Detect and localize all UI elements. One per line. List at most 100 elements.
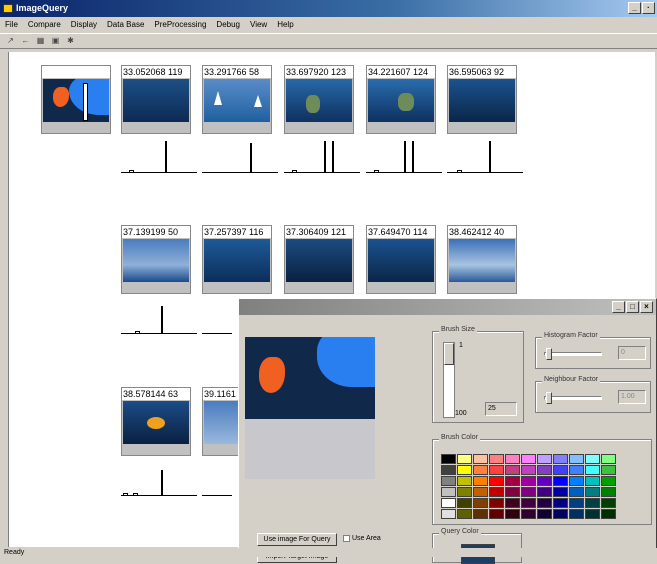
- color-swatch[interactable]: [585, 487, 600, 497]
- color-swatch[interactable]: [505, 476, 520, 486]
- color-swatch[interactable]: [601, 509, 616, 519]
- color-swatch[interactable]: [457, 454, 472, 464]
- color-swatch[interactable]: [441, 454, 456, 464]
- color-swatch[interactable]: [569, 509, 584, 519]
- color-swatch[interactable]: [489, 454, 504, 464]
- histogram-factor-slider[interactable]: [544, 352, 602, 356]
- color-swatch[interactable]: [457, 465, 472, 475]
- neighbour-factor-slider-thumb[interactable]: [546, 392, 552, 404]
- maximize-button[interactable]: ·: [642, 2, 655, 14]
- color-swatch[interactable]: [537, 465, 552, 475]
- menu-view[interactable]: View: [250, 18, 267, 32]
- menu-display[interactable]: Display: [71, 18, 97, 32]
- query-paint-canvas[interactable]: [245, 337, 375, 419]
- neighbour-factor-value-field[interactable]: 1.00: [618, 390, 646, 404]
- color-swatch[interactable]: [569, 465, 584, 475]
- color-swatch[interactable]: [489, 509, 504, 519]
- dialog-minimize-button[interactable]: _: [612, 301, 625, 313]
- color-swatch[interactable]: [537, 454, 552, 464]
- menu-debug[interactable]: Debug: [216, 18, 240, 32]
- color-swatch[interactable]: [585, 509, 600, 519]
- menu-preprocessing[interactable]: PreProcessing: [154, 18, 206, 32]
- dialog-maximize-button[interactable]: □: [626, 301, 639, 313]
- color-swatch[interactable]: [441, 465, 456, 475]
- color-swatch[interactable]: [489, 487, 504, 497]
- color-swatch[interactable]: [569, 454, 584, 464]
- color-swatch[interactable]: [585, 454, 600, 464]
- color-swatch[interactable]: [521, 454, 536, 464]
- brush-size-slider[interactable]: [443, 342, 455, 418]
- color-swatch[interactable]: [585, 498, 600, 508]
- result-thumb[interactable]: 37.306409 121: [284, 225, 354, 294]
- color-swatch[interactable]: [457, 476, 472, 486]
- color-swatch[interactable]: [553, 509, 568, 519]
- color-swatch[interactable]: [569, 476, 584, 486]
- color-swatch[interactable]: [521, 465, 536, 475]
- menu-compare[interactable]: Compare: [28, 18, 61, 32]
- color-swatch[interactable]: [601, 476, 616, 486]
- color-swatch[interactable]: [537, 498, 552, 508]
- result-thumb[interactable]: 36.595063 92: [447, 65, 517, 134]
- minimize-button[interactable]: _: [628, 2, 641, 14]
- brush-size-slider-thumb[interactable]: [444, 343, 454, 365]
- color-swatch[interactable]: [537, 509, 552, 519]
- result-thumb[interactable]: 33.697920 123: [284, 65, 354, 134]
- color-swatch[interactable]: [601, 487, 616, 497]
- color-swatch[interactable]: [489, 498, 504, 508]
- color-swatch[interactable]: [441, 498, 456, 508]
- color-swatch[interactable]: [473, 498, 488, 508]
- color-swatch[interactable]: [601, 498, 616, 508]
- color-swatch[interactable]: [473, 487, 488, 497]
- dialog-close-button[interactable]: ×: [640, 301, 653, 313]
- color-swatch[interactable]: [473, 476, 488, 486]
- result-thumb[interactable]: 38.578144 63: [121, 387, 191, 456]
- print-tool-icon[interactable]: ▣: [49, 35, 62, 47]
- color-swatch[interactable]: [505, 465, 520, 475]
- checkbox-box[interactable]: [343, 534, 350, 542]
- neighbour-factor-slider[interactable]: [544, 396, 602, 400]
- color-swatch[interactable]: [441, 509, 456, 519]
- color-swatch[interactable]: [473, 509, 488, 519]
- brush-size-value-field[interactable]: 25: [485, 402, 517, 416]
- histogram-factor-slider-thumb[interactable]: [546, 348, 552, 360]
- result-thumb[interactable]: 33.291766 58: [202, 65, 272, 134]
- color-swatch[interactable]: [441, 476, 456, 486]
- color-swatch[interactable]: [537, 476, 552, 486]
- grid-tool-icon[interactable]: ▦: [34, 35, 47, 47]
- color-swatch[interactable]: [505, 487, 520, 497]
- color-swatch[interactable]: [601, 454, 616, 464]
- color-swatch[interactable]: [553, 476, 568, 486]
- help-tool-icon[interactable]: ✱: [64, 35, 77, 47]
- color-swatch[interactable]: [585, 476, 600, 486]
- color-swatch[interactable]: [521, 476, 536, 486]
- color-swatch[interactable]: [457, 487, 472, 497]
- color-swatch[interactable]: [569, 487, 584, 497]
- result-thumb[interactable]: 37.649470 114: [366, 225, 436, 294]
- color-swatch[interactable]: [553, 465, 568, 475]
- color-swatch[interactable]: [505, 509, 520, 519]
- color-swatch[interactable]: [585, 465, 600, 475]
- color-swatch[interactable]: [457, 498, 472, 508]
- menu-database[interactable]: Data Base: [107, 18, 144, 32]
- color-swatch[interactable]: [521, 498, 536, 508]
- color-swatch[interactable]: [489, 476, 504, 486]
- color-swatch[interactable]: [441, 487, 456, 497]
- color-swatch[interactable]: [505, 498, 520, 508]
- color-swatch[interactable]: [457, 509, 472, 519]
- result-thumb[interactable]: 37.139199 50: [121, 225, 191, 294]
- back-tool-icon[interactable]: ←: [19, 35, 32, 47]
- color-swatch[interactable]: [473, 465, 488, 475]
- histogram-factor-value-field[interactable]: 0: [618, 346, 646, 360]
- result-thumb[interactable]: 38.462412 40: [447, 225, 517, 294]
- use-area-checkbox[interactable]: Use Area: [343, 534, 381, 544]
- pointer-tool-icon[interactable]: ↗: [4, 35, 17, 47]
- menu-help[interactable]: Help: [277, 18, 293, 32]
- color-swatch[interactable]: [473, 454, 488, 464]
- color-swatch[interactable]: [553, 498, 568, 508]
- color-swatch[interactable]: [537, 487, 552, 497]
- result-thumb[interactable]: 34.221607 124: [366, 65, 436, 134]
- color-swatch[interactable]: [521, 487, 536, 497]
- color-swatch[interactable]: [601, 465, 616, 475]
- menu-file[interactable]: File: [5, 18, 18, 32]
- use-image-for-query-button[interactable]: Use image For Query: [257, 533, 337, 546]
